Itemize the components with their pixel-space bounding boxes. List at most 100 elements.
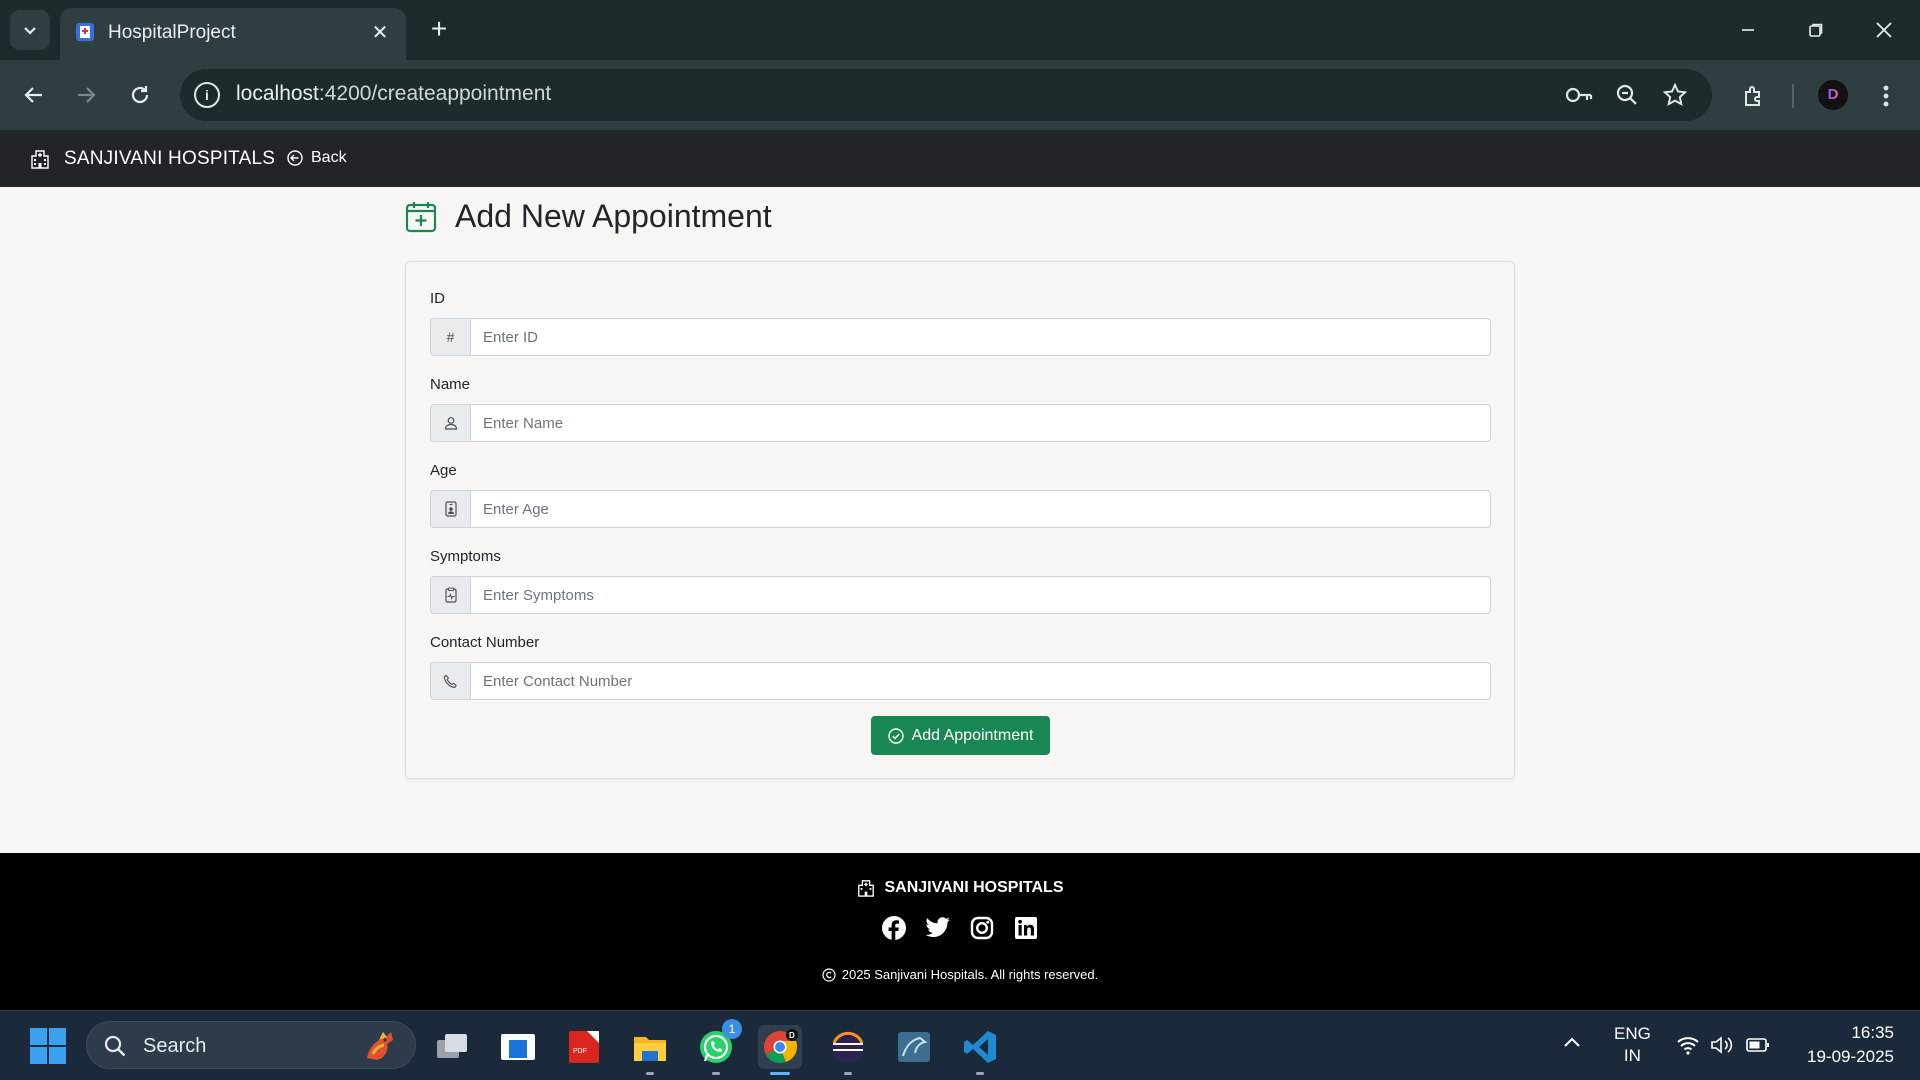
language-indicator[interactable]: ENG IN bbox=[1614, 1023, 1651, 1067]
clock-time: 16:35 bbox=[1851, 1023, 1894, 1042]
taskbar-search[interactable]: Search bbox=[86, 1021, 416, 1069]
extensions-icon[interactable] bbox=[1736, 78, 1772, 114]
back-label: Back bbox=[311, 149, 347, 166]
mysql-workbench-icon[interactable] bbox=[892, 1025, 936, 1069]
eclipse-dot bbox=[844, 1072, 852, 1075]
tab-close-icon[interactable]: ✕ bbox=[368, 20, 392, 45]
symptoms-label: Symptoms bbox=[430, 548, 501, 565]
hash-icon: # bbox=[430, 318, 471, 356]
page-heading: Add New Appointment bbox=[405, 198, 772, 235]
address-bar[interactable]: i localhost:4200/createappointment bbox=[180, 69, 1712, 121]
file-explorer-icon[interactable] bbox=[628, 1025, 672, 1075]
forward-nav-button[interactable] bbox=[68, 77, 104, 113]
reload-button[interactable] bbox=[122, 77, 158, 113]
new-tab-button[interactable]: + bbox=[424, 14, 454, 44]
contact-label: Contact Number bbox=[430, 634, 540, 651]
copyright: 2025 Sanjivani Hospitals. All rights res… bbox=[0, 967, 1920, 982]
age-input[interactable] bbox=[471, 490, 1491, 528]
minimize-button[interactable] bbox=[1726, 10, 1770, 50]
add-appointment-button[interactable]: Add Appointment bbox=[871, 716, 1050, 755]
vscode-app-icon[interactable] bbox=[958, 1025, 1002, 1075]
search-label: Search bbox=[143, 1035, 207, 1057]
windows-start-icon[interactable] bbox=[30, 1028, 66, 1064]
copyright-icon bbox=[822, 967, 836, 982]
age-label: Age bbox=[430, 462, 457, 479]
store-app-icon[interactable] bbox=[496, 1025, 540, 1069]
task-view-icon[interactable] bbox=[430, 1025, 474, 1069]
whatsapp-icon[interactable]: 1 bbox=[694, 1019, 742, 1075]
lang-line1: ENG bbox=[1614, 1024, 1651, 1043]
volume-icon bbox=[1711, 1036, 1733, 1054]
person-badge-icon bbox=[430, 490, 471, 528]
check-circle-icon bbox=[887, 727, 904, 744]
address-url[interactable]: localhost:4200/createappointment bbox=[236, 82, 551, 106]
zoom-icon[interactable] bbox=[1612, 81, 1642, 109]
footer-brand: SANJIVANI HOSPITALS bbox=[0, 879, 1920, 897]
chrome-app-icon[interactable]: D bbox=[758, 1025, 802, 1075]
minimize-icon bbox=[1742, 29, 1754, 31]
tab-title: HospitalProject bbox=[108, 22, 236, 43]
password-key-icon[interactable] bbox=[1564, 81, 1594, 109]
linkedin-icon[interactable] bbox=[1013, 915, 1039, 941]
vscode-dot bbox=[976, 1072, 984, 1075]
instagram-icon[interactable] bbox=[969, 915, 995, 941]
tray-chevron-up-icon[interactable] bbox=[1562, 1035, 1582, 1054]
navbar-brand[interactable]: SANJIVANI HOSPITALS bbox=[64, 148, 275, 170]
svg-text:D: D bbox=[789, 1031, 795, 1040]
whatsapp-dot bbox=[712, 1072, 720, 1075]
close-icon bbox=[1876, 22, 1892, 38]
age-input-group bbox=[430, 490, 1491, 528]
site-footer: SANJIVANI HOSPITALS 2025 Sanjivani Hospi… bbox=[0, 853, 1920, 1010]
chrome-active-indicator bbox=[770, 1072, 790, 1075]
system-tray[interactable] bbox=[1676, 1035, 1770, 1055]
hospital-favicon-icon bbox=[76, 23, 94, 41]
symptoms-input[interactable] bbox=[471, 576, 1491, 614]
hospital-icon bbox=[31, 150, 49, 169]
app-navbar: SANJIVANI HOSPITALS Back bbox=[0, 130, 1920, 187]
clock-date: 19-09-2025 bbox=[1807, 1047, 1894, 1066]
clock[interactable]: 16:35 19-09-2025 bbox=[1807, 1021, 1894, 1069]
person-icon bbox=[430, 404, 471, 442]
page-title: Add New Appointment bbox=[455, 198, 772, 234]
restore-button[interactable] bbox=[1794, 10, 1838, 50]
calendar-plus-icon bbox=[405, 201, 437, 232]
file-explorer-dot bbox=[646, 1072, 654, 1075]
lang-line2: IN bbox=[1623, 1046, 1641, 1065]
search-highlight-bird-icon bbox=[367, 1032, 393, 1060]
svg-text:PDF: PDF bbox=[573, 1048, 587, 1055]
clipboard-pulse-icon bbox=[430, 576, 471, 614]
back-nav-button[interactable] bbox=[16, 77, 52, 113]
pdf-app-icon[interactable]: PDF bbox=[562, 1025, 606, 1069]
hospital-icon bbox=[857, 880, 874, 897]
profile-avatar[interactable]: D bbox=[1818, 80, 1848, 110]
url-path: :4200/createappointment bbox=[318, 82, 552, 105]
whatsapp-badge: 1 bbox=[722, 1019, 742, 1039]
arrow-right-icon bbox=[78, 87, 96, 103]
url-host: localhost bbox=[236, 82, 319, 105]
search-icon bbox=[104, 1035, 126, 1057]
name-input[interactable] bbox=[471, 404, 1491, 442]
browser-tab-bar: HospitalProject ✕ + bbox=[0, 0, 1920, 60]
browser-toolbar: i localhost:4200/createappointment D bbox=[0, 60, 1920, 130]
close-window-button[interactable] bbox=[1862, 10, 1906, 50]
arrow-left-icon bbox=[24, 87, 42, 103]
add-appointment-label: Add Appointment bbox=[911, 726, 1034, 744]
facebook-icon[interactable] bbox=[881, 915, 907, 941]
restore-icon bbox=[1809, 23, 1823, 37]
twitter-icon[interactable] bbox=[925, 915, 951, 941]
id-input[interactable] bbox=[471, 318, 1491, 356]
tab-search-button[interactable] bbox=[10, 10, 50, 50]
back-link[interactable]: Back bbox=[287, 149, 347, 167]
windows-taskbar: Search PDF 1 D ENG IN 16:35 19-09-2025 bbox=[0, 1010, 1920, 1080]
eclipse-app-icon[interactable] bbox=[826, 1025, 870, 1075]
browser-menu-icon[interactable] bbox=[1868, 78, 1904, 114]
bookmark-star-icon[interactable] bbox=[1660, 81, 1690, 109]
contact-input[interactable] bbox=[471, 662, 1491, 700]
name-input-group bbox=[430, 404, 1491, 442]
id-label: ID bbox=[430, 290, 445, 307]
wifi-icon bbox=[1677, 1037, 1699, 1055]
browser-tab[interactable]: HospitalProject ✕ bbox=[60, 8, 406, 60]
symptoms-input-group bbox=[430, 576, 1491, 614]
name-label: Name bbox=[430, 376, 471, 393]
site-info-icon[interactable]: i bbox=[194, 82, 220, 108]
